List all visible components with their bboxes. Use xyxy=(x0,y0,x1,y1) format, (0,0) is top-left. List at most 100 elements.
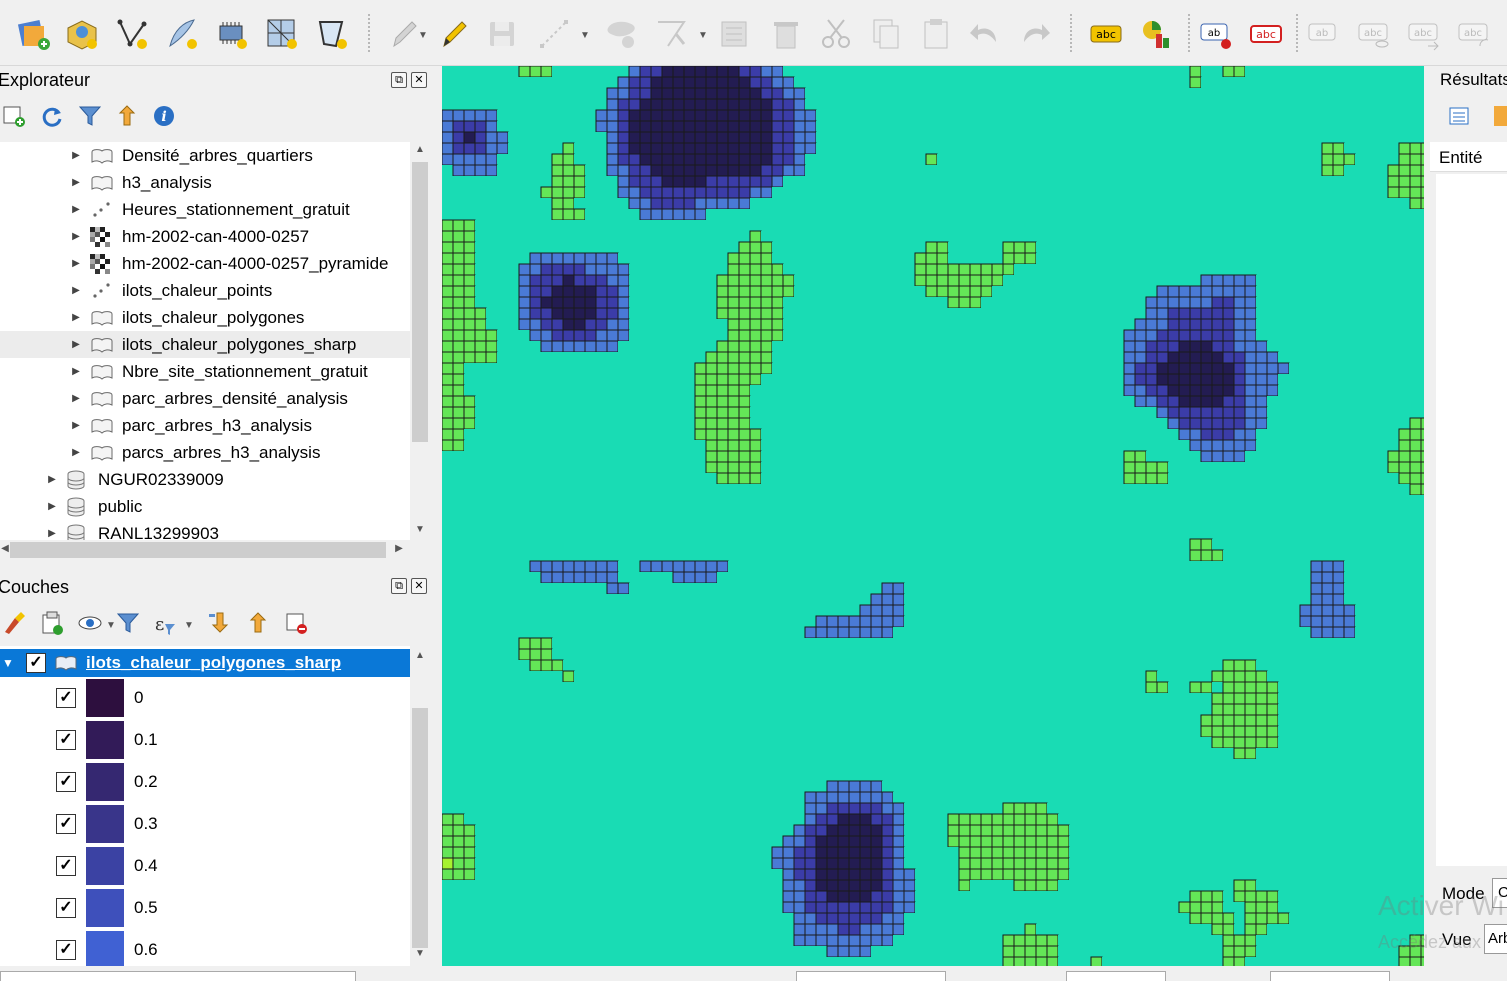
browser-item[interactable]: ▶hm-2002-can-4000-0257_pyramide xyxy=(0,250,410,277)
new-shapefile-icon[interactable] xyxy=(112,12,152,56)
add-polygon-feature-icon[interactable] xyxy=(602,12,642,56)
browser-item[interactable]: ▶parc_arbres_densité_analysis xyxy=(0,385,410,412)
view-select[interactable]: Arb xyxy=(1484,924,1507,954)
close-panel-icon[interactable]: ✕ xyxy=(411,72,427,88)
browser-item[interactable]: ▶RANL13299903 xyxy=(0,520,410,540)
scroll-up-icon[interactable]: ▲ xyxy=(411,144,429,155)
layers-vertical-scrollbar[interactable]: ▲ ▼ xyxy=(410,646,430,966)
highlight-pinned-labels-icon[interactable]: abc xyxy=(1246,12,1286,56)
scroll-right-icon[interactable]: ▶ xyxy=(390,543,408,554)
expand-tree-icon[interactable] xyxy=(1448,106,1470,126)
collapse-all-layers-icon[interactable] xyxy=(244,609,272,637)
scroll-up-icon[interactable]: ▲ xyxy=(411,650,429,661)
browser-item[interactable]: ▶NGUR02339009 xyxy=(0,466,410,493)
cut-features-icon[interactable] xyxy=(816,12,856,56)
expand-arrow-icon[interactable]: ▶ xyxy=(70,204,82,215)
layer-diagram-icon[interactable] xyxy=(1136,12,1176,56)
map-canvas[interactable] xyxy=(442,66,1424,966)
layer-labeling-icon[interactable]: abc xyxy=(1086,12,1126,56)
expand-arrow-icon[interactable]: ▶ xyxy=(70,150,82,161)
layer-row-ilots-chaleur-polygones-sharp[interactable]: ▼ ✓ ilots_chaleur_polygones_sharp xyxy=(0,649,410,677)
expand-all-icon[interactable] xyxy=(206,609,234,637)
modify-attributes-icon[interactable] xyxy=(716,12,756,56)
browser-item[interactable]: ▶ilots_chaleur_points xyxy=(0,277,410,304)
filter-legend-icon[interactable] xyxy=(114,609,142,637)
delete-selected-icon[interactable] xyxy=(766,12,806,56)
data-source-manager-icon[interactable] xyxy=(14,12,54,56)
scale-field[interactable] xyxy=(1066,971,1166,981)
rotate-label-icon[interactable]: abc xyxy=(1454,12,1494,56)
class-visibility-checkbox[interactable]: ✓ xyxy=(56,940,76,960)
class-visibility-checkbox[interactable]: ✓ xyxy=(56,898,76,918)
rotation-field[interactable] xyxy=(1270,971,1390,981)
collapse-layer-icon[interactable]: ▼ xyxy=(2,656,14,670)
show-hide-labels-icon[interactable]: ab xyxy=(1304,12,1344,56)
new-spatialite-icon[interactable] xyxy=(162,12,202,56)
expand-arrow-icon[interactable]: ▶ xyxy=(46,474,58,485)
expand-arrow-icon[interactable]: ▶ xyxy=(46,501,58,512)
browser-item[interactable]: ▶Nbre_site_stationnement_gratuit xyxy=(0,358,410,385)
remove-layer-icon[interactable] xyxy=(282,609,310,637)
expand-arrow-icon[interactable]: ▶ xyxy=(70,285,82,296)
new-geopackage-icon[interactable] xyxy=(62,12,102,56)
toggle-editing-icon[interactable] xyxy=(434,12,474,56)
class-visibility-checkbox[interactable]: ✓ xyxy=(56,730,76,750)
scrollbar-thumb[interactable] xyxy=(10,542,386,558)
add-group-icon[interactable] xyxy=(38,609,66,637)
expand-arrow-icon[interactable]: ▶ xyxy=(70,447,82,458)
legend-class-row[interactable]: ✓0.3 xyxy=(0,803,410,845)
browser-item[interactable]: ▶Heures_stationnement_gratuit xyxy=(0,196,410,223)
copy-features-icon[interactable] xyxy=(866,12,906,56)
browser-item[interactable]: ▶ilots_chaleur_polygones xyxy=(0,304,410,331)
filter-by-expression-icon[interactable]: ε xyxy=(150,609,178,637)
undo-icon[interactable] xyxy=(966,12,1006,56)
add-selected-layers-icon[interactable] xyxy=(0,102,28,130)
undock-panel-icon[interactable]: ⧉ xyxy=(391,578,407,594)
collapse-all-icon[interactable] xyxy=(113,102,141,130)
expand-arrow-icon[interactable]: ▶ xyxy=(70,339,82,350)
vertex-tool-icon[interactable] xyxy=(652,12,692,56)
legend-class-row[interactable]: ✓0 xyxy=(0,677,410,719)
browser-item[interactable]: ▶h3_analysis xyxy=(0,169,410,196)
scroll-down-icon[interactable]: ▼ xyxy=(411,524,429,535)
expand-arrow-icon[interactable]: ▶ xyxy=(70,420,82,431)
scroll-down-icon[interactable]: ▼ xyxy=(411,948,429,959)
close-panel-icon[interactable]: ✕ xyxy=(411,578,427,594)
legend-class-row[interactable]: ✓0.6 xyxy=(0,929,410,966)
browser-item[interactable]: ▶hm-2002-can-4000-0257 xyxy=(0,223,410,250)
browser-item[interactable]: ▶Densité_arbres_quartiers xyxy=(0,142,410,169)
legend-class-row[interactable]: ✓0.2 xyxy=(0,761,410,803)
layer-name[interactable]: ilots_chaleur_polygones_sharp xyxy=(86,653,341,673)
open-layer-styling-icon[interactable] xyxy=(0,609,28,637)
scrollbar-thumb[interactable] xyxy=(412,162,428,442)
collapse-tree-icon[interactable] xyxy=(1494,106,1507,126)
new-virtual-layer-icon[interactable] xyxy=(262,12,302,56)
redo-icon[interactable] xyxy=(1014,12,1054,56)
save-edits-icon[interactable] xyxy=(482,12,522,56)
browser-item[interactable]: ▶parcs_arbres_h3_analysis xyxy=(0,439,410,466)
class-visibility-checkbox[interactable]: ✓ xyxy=(56,856,76,876)
paste-features-icon[interactable] xyxy=(916,12,956,56)
expand-arrow-icon[interactable]: ▶ xyxy=(70,312,82,323)
expand-arrow-icon[interactable]: ▶ xyxy=(46,528,58,539)
layer-visibility-checkbox[interactable]: ✓ xyxy=(26,653,46,673)
expand-arrow-icon[interactable]: ▶ xyxy=(70,366,82,377)
results-tree[interactable] xyxy=(1436,174,1507,866)
expand-arrow-icon[interactable]: ▶ xyxy=(70,393,82,404)
browser-horizontal-scrollbar[interactable]: ◀ ▶ xyxy=(0,540,410,560)
expand-arrow-icon[interactable]: ▶ xyxy=(70,231,82,242)
pin-unpin-labels-icon[interactable]: ab xyxy=(1196,12,1236,56)
move-label-icon[interactable]: abc xyxy=(1404,12,1444,56)
expand-arrow-icon[interactable]: ▶ xyxy=(70,177,82,188)
scrollbar-thumb[interactable] xyxy=(412,708,428,948)
refresh-icon[interactable] xyxy=(38,102,66,130)
class-visibility-checkbox[interactable]: ✓ xyxy=(56,772,76,792)
class-visibility-checkbox[interactable]: ✓ xyxy=(56,814,76,834)
browser-item[interactable]: ▶ilots_chaleur_polygones_sharp xyxy=(0,331,410,358)
coordinate-field[interactable] xyxy=(796,971,946,981)
legend-class-row[interactable]: ✓0.4 xyxy=(0,845,410,887)
legend-class-row[interactable]: ✓0.5 xyxy=(0,887,410,929)
expand-arrow-icon[interactable]: ▶ xyxy=(70,258,82,269)
properties-info-icon[interactable]: i xyxy=(150,102,178,130)
new-temporary-scratch-layer-icon[interactable] xyxy=(312,12,352,56)
